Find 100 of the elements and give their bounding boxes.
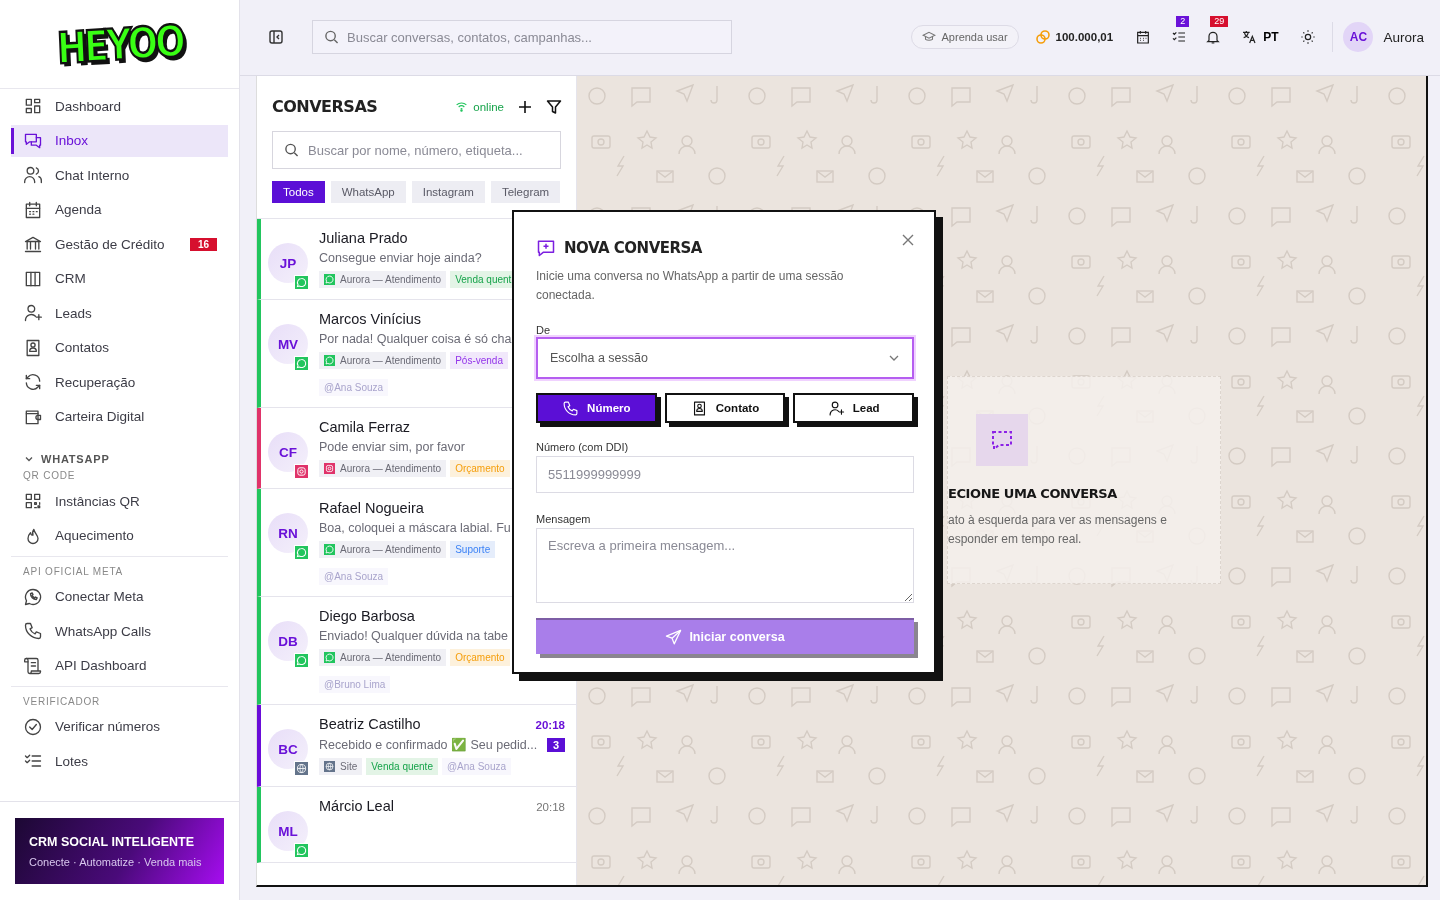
search-field[interactable]: Buscar conversas, contatos, campanhas... [312, 20, 732, 54]
promo-title: CRM SOCIAL INTELIGENTE [29, 834, 196, 849]
nav-item[interactable]: CRM [11, 262, 228, 295]
calendar-icon [23, 199, 43, 220]
check-circle-icon [23, 716, 43, 737]
empty-state-text: ato à esquerda para ver as mensagens e [948, 512, 1168, 529]
chat-bubble-icon [324, 274, 335, 285]
chat-bubble-icon [294, 545, 309, 560]
filter-icon[interactable] [546, 98, 562, 115]
conversation-item[interactable]: BC Beatriz Castilho 20:18 Recebido e confirmado ✅ Seu pedid... 3 Site Venda quente @Ana Souza [257, 705, 576, 787]
chat-bubble-icon [294, 843, 309, 858]
globe-icon [294, 761, 309, 776]
mention-tag: @Ana Souza [319, 379, 389, 396]
user-avatar[interactable]: AC [1343, 22, 1374, 52]
session-select[interactable]: Escolha a sessão [536, 337, 914, 379]
message-field[interactable]: Escreva a primeira mensagem... [536, 528, 914, 603]
filter-tab[interactable]: WhatsApp [330, 181, 406, 203]
close-icon[interactable] [902, 234, 914, 246]
tag: Orçamento [450, 460, 510, 477]
mention-tag: @Ana Souza [441, 758, 512, 775]
tag: Aurora — Atendimento [319, 649, 447, 666]
contact-avatar: BC [268, 729, 308, 769]
nav-item[interactable]: Lotes [11, 745, 228, 777]
chat-bubble-icon [324, 652, 335, 663]
message-preview: Boa, coloquei a máscara labial. Fu [319, 521, 511, 535]
person-plus-icon [827, 399, 845, 417]
language-button[interactable]: PT [1235, 23, 1285, 51]
contact-name: Beatriz Castilho [319, 716, 421, 732]
message-preview: Consegue enviar hoje ainda? [319, 251, 482, 265]
contact-avatar: RN [268, 513, 308, 553]
promo-banner[interactable]: CRM SOCIAL INTELIGENTE Conecte · Automatize · Venda mais [15, 818, 224, 884]
panel-title: CONVERSAS [272, 97, 378, 116]
nav-item[interactable]: Instâncias QR [11, 485, 228, 517]
phone-icon [23, 621, 43, 641]
message-preview: Pode enviar sim, por favor [319, 440, 465, 454]
nav-item[interactable]: Leads [11, 297, 228, 329]
count-badge: 2 [1176, 16, 1190, 27]
chat-bubble-icon [294, 653, 309, 668]
send-icon [665, 628, 683, 646]
filter-tab[interactable]: Todos [272, 181, 325, 203]
tag: Orçamento [450, 649, 510, 666]
learn-button[interactable]: Aprenda usar [910, 25, 1019, 49]
chat-bubble-icon [294, 275, 309, 290]
tag: Aurora — Atendimento [319, 541, 447, 558]
tag: Venda quente [366, 758, 438, 775]
selection-icon [976, 414, 1028, 466]
tag: Site [319, 758, 363, 775]
search-field[interactable]: Buscar por nome, número, etiqueta... [272, 131, 561, 169]
bank-icon [23, 234, 43, 254]
person-plus-icon [23, 303, 43, 323]
wifi-icon [455, 100, 469, 113]
chat-phone-icon [23, 586, 43, 607]
credit-balance: 100.000,01 [1055, 31, 1114, 43]
nav-item[interactable]: Inbox [11, 124, 228, 157]
user-name: Aurora [1383, 29, 1424, 45]
nav-item[interactable]: Conectar Meta [11, 580, 228, 613]
unread-badge: 3 [546, 737, 565, 752]
search-icon [324, 29, 339, 45]
phone-icon [562, 399, 580, 417]
nav-item[interactable]: Verificar números [11, 710, 228, 743]
search-icon [284, 142, 299, 158]
people-icon [23, 165, 43, 185]
promo-subtitle: Conecte · Automatize · Venda mais [29, 855, 203, 868]
camera-icon [294, 464, 309, 479]
section-toggle[interactable]: WHATSAPP [11, 435, 110, 465]
graduation-cap-icon [921, 30, 936, 44]
add-icon[interactable] [518, 99, 532, 114]
contact-name: Rafael Nogueira [319, 500, 424, 516]
contact-name: Juliana Prado [319, 230, 408, 246]
field-label: De [536, 324, 552, 336]
scroll-icon [23, 655, 43, 676]
phone-number-field[interactable]: 5511999999999 [536, 456, 914, 493]
chat-bubble-icon [324, 355, 335, 366]
count-badge: 29 [1210, 16, 1229, 27]
nav-item[interactable]: Contatos [11, 331, 228, 364]
contact-avatar: JP [268, 243, 308, 283]
chat-plus-icon [536, 238, 556, 258]
message-time: 20:18 [535, 719, 565, 731]
nav-item[interactable]: Chat Interno [11, 159, 228, 191]
nav-item[interactable]: Agenda [11, 193, 228, 226]
logo: HEYOO [54, 15, 185, 73]
filter-tab[interactable]: Telegram [490, 181, 561, 203]
nav-item[interactable]: Gestão de Crédito 16 [11, 228, 228, 260]
refresh-icon [23, 372, 43, 392]
message-time: 20:18 [536, 801, 565, 813]
nav-item[interactable]: Dashboard [11, 90, 228, 122]
contact-avatar: DB [268, 621, 308, 661]
nav-item[interactable]: Carteira Digital [11, 400, 228, 433]
contact-avatar: CF [268, 432, 308, 472]
message-preview: Por nada! Qualquer coisa é só cha [319, 332, 512, 346]
contact-name: Márcio Leal [319, 798, 394, 814]
filter-tab[interactable]: Instagram [411, 181, 485, 203]
nav-item[interactable]: Aquecimento [11, 519, 228, 552]
grid-icon [23, 96, 43, 116]
nav-item[interactable]: API Dashboard [11, 649, 228, 682]
section-title: API OFICIAL META [22, 564, 125, 579]
section-title: VERIFICADOR [22, 694, 102, 709]
nav-item[interactable]: WhatsApp Calls [11, 615, 228, 647]
contact-name: Marcos Vinícius [319, 311, 422, 327]
nav-item[interactable]: Recuperação [11, 366, 228, 398]
